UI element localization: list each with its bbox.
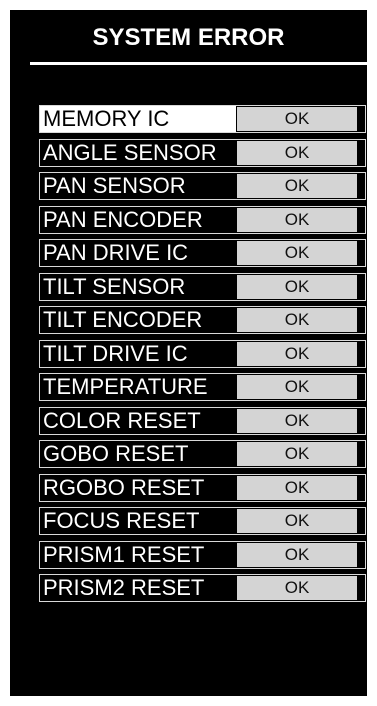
status-value: OK xyxy=(237,274,357,299)
status-list: MEMORY IC OK ANGLE SENSOR OK PAN SENSOR … xyxy=(39,104,372,607)
title-divider xyxy=(30,62,377,65)
screen-title: SYSTEM ERROR xyxy=(92,24,285,51)
status-value: OK xyxy=(237,174,357,198)
row-label: ANGLE SENSOR xyxy=(43,139,217,165)
status-value: OK xyxy=(237,509,357,533)
row-label: GOBO RESET xyxy=(43,441,189,466)
status-row-pan-drive-ic[interactable]: PAN DRIVE IC OK xyxy=(39,238,372,272)
status-row-pan-encoder[interactable]: PAN ENCODER OK xyxy=(39,205,372,239)
status-row-color-reset[interactable]: COLOR RESET OK xyxy=(39,406,372,440)
status-value: OK xyxy=(237,442,357,466)
row-label: TILT DRIVE IC xyxy=(43,340,188,366)
system-error-screen: SYSTEM ERROR MEMORY IC OK ANGLE SENSOR O… xyxy=(10,10,377,696)
row-label: COLOR RESET xyxy=(43,407,201,433)
status-row-focus-reset[interactable]: FOCUS RESET OK xyxy=(39,506,372,540)
status-value: OK xyxy=(237,375,357,399)
row-label: PAN SENSOR xyxy=(43,173,186,198)
status-value: OK xyxy=(237,207,357,232)
status-value: OK xyxy=(237,241,357,265)
row-label: RGOBO RESET xyxy=(43,474,205,500)
row-label: PAN DRIVE IC xyxy=(43,240,189,265)
status-row-tilt-sensor[interactable]: TILT SENSOR OK xyxy=(39,272,372,306)
row-label: PAN ENCODER xyxy=(43,206,203,232)
status-value: OK xyxy=(237,140,357,165)
row-label: TILT ENCODER xyxy=(43,307,203,332)
status-value: OK xyxy=(237,542,357,567)
status-row-tilt-drive-ic[interactable]: TILT DRIVE IC OK xyxy=(39,339,372,373)
status-row-prism1-reset[interactable]: PRISM1 RESET OK xyxy=(39,540,372,574)
status-value: OK xyxy=(237,341,357,366)
status-value: OK xyxy=(237,107,357,131)
row-label: FOCUS RESET xyxy=(43,508,200,533)
row-label: PRISM2 RESET xyxy=(43,575,205,600)
status-value: OK xyxy=(237,475,357,500)
status-row-rgobo-reset[interactable]: RGOBO RESET OK xyxy=(39,473,372,507)
status-row-pan-sensor[interactable]: PAN SENSOR OK xyxy=(39,171,372,205)
status-value: OK xyxy=(237,308,357,332)
row-label: TILT SENSOR xyxy=(43,273,186,299)
status-row-temperature[interactable]: TEMPERATURE OK xyxy=(39,372,372,406)
row-label: PRISM1 RESET xyxy=(43,541,205,567)
row-label: TEMPERATURE xyxy=(43,374,208,399)
status-row-memory-ic[interactable]: MEMORY IC OK xyxy=(39,104,372,138)
status-row-gobo-reset[interactable]: GOBO RESET OK xyxy=(39,439,372,473)
row-label: MEMORY IC xyxy=(43,106,170,131)
status-row-angle-sensor[interactable]: ANGLE SENSOR OK xyxy=(39,138,372,172)
status-value: OK xyxy=(237,408,357,433)
status-value: OK xyxy=(237,576,357,600)
status-row-prism2-reset[interactable]: PRISM2 RESET OK xyxy=(39,573,372,607)
status-row-tilt-encoder[interactable]: TILT ENCODER OK xyxy=(39,305,372,339)
